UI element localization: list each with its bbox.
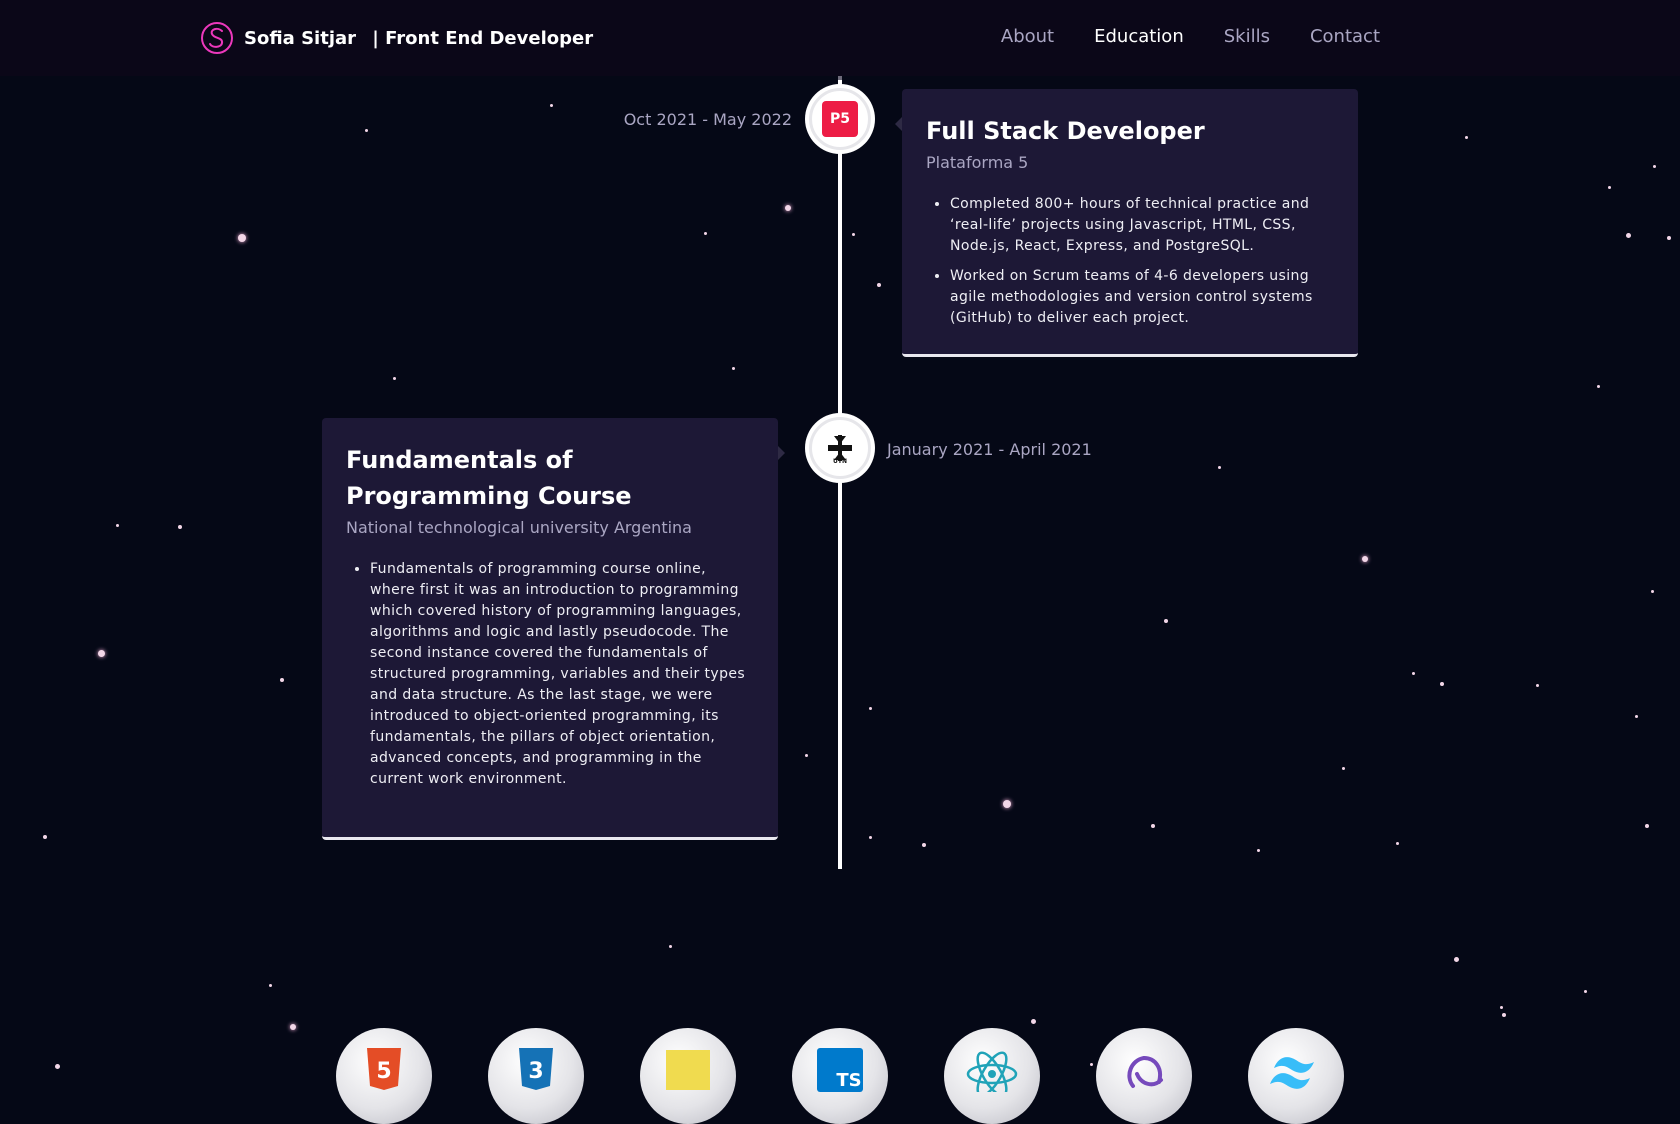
timeline-date: January 2021 - April 2021 [887,440,1092,459]
star [1667,236,1671,240]
star [43,835,47,839]
card-company: National technological university Argent… [346,518,692,537]
nav-link-skills[interactable]: Skills [1224,26,1270,47]
star [269,984,272,987]
star [1608,186,1611,189]
nav-link-education[interactable]: Education [1094,26,1184,47]
card-title: Fundamentals of Programming Course [346,446,632,510]
brand-logo-icon [201,22,233,54]
star [98,650,105,657]
star [1502,1013,1506,1017]
star [785,205,791,211]
skill-ball-typescript[interactable]: TS [792,1028,888,1124]
star [1645,824,1649,828]
star [290,1024,296,1030]
star [1651,590,1654,593]
skill-ball-html[interactable]: 5 [336,1028,432,1124]
card-point: Fundamentals of programming course onlin… [370,559,754,790]
star [704,232,707,235]
svg-text:3: 3 [528,1059,543,1084]
star [1257,849,1260,852]
skill-ball-tailwind[interactable] [1248,1028,1344,1124]
star [1412,672,1415,675]
card-arrow [778,446,785,460]
tailwind-icon [1270,1057,1314,1089]
star [1164,619,1168,623]
star [280,678,284,682]
star [550,104,553,107]
star [1584,990,1587,993]
star [1536,684,1539,687]
skill-ball-javascript[interactable] [640,1028,736,1124]
star [1635,715,1638,718]
brand-role: | Front End Developer [366,27,594,49]
star [922,843,926,847]
star [116,524,119,527]
timeline-node: UTN [809,417,871,479]
star [1151,824,1155,828]
redux-icon [1127,1056,1163,1088]
brand-name: Sofia Sitjar [244,27,357,49]
star [178,525,182,529]
utn-logo-text: UTN [833,458,847,465]
star [1653,165,1656,168]
typescript-icon: TS [817,1048,863,1092]
nav-link-about[interactable]: About [1001,26,1054,47]
svg-text:5: 5 [376,1059,391,1084]
card-point: Completed 800+ hours of technical practi… [950,194,1334,257]
star [805,754,808,757]
star [1454,957,1459,962]
html5-icon: 5 [367,1048,401,1090]
skill-ball-redux[interactable] [1096,1028,1192,1124]
css3-icon: 3 [519,1048,553,1090]
skill-ball-css[interactable]: 3 [488,1028,584,1124]
nav-link-contact[interactable]: Contact [1310,26,1380,47]
card-point: Worked on Scrum teams of 4-6 developers … [950,266,1334,329]
timeline-node: P5 [809,88,871,150]
brand[interactable]: Sofia Sitjar | Front End Developer [200,21,593,55]
star [55,1064,60,1069]
star [869,707,872,710]
star [1500,1006,1503,1009]
star [1396,842,1399,845]
card-title: Full Stack Developer [926,117,1205,145]
star [238,234,246,242]
card-points: Completed 800+ hours of technical practi… [926,194,1334,329]
plataforma5-logo-icon: P5 [822,101,858,137]
card-arrow [895,117,902,131]
star [1003,800,1011,808]
card-points: Fundamentals of programming course onlin… [346,559,754,790]
card-company: Plataforma 5 [926,153,1029,172]
star [365,129,368,132]
timeline-date: Oct 2021 - May 2022 [623,110,792,129]
star [1218,466,1221,469]
star [1362,556,1368,562]
star [669,945,672,948]
star [1031,1019,1036,1024]
star [877,283,881,287]
navbar: Sofia Sitjar | Front End Developer About… [0,0,1680,76]
nav-links: About Education Skills Contact [1001,26,1380,47]
star [1090,1063,1093,1066]
star [1342,767,1345,770]
svg-text:TS: TS [836,1070,861,1091]
javascript-icon [666,1050,710,1090]
star [393,377,396,380]
star [1440,682,1444,686]
star [732,367,735,370]
timeline-card: Fundamentals of Programming Course Natio… [322,418,785,840]
star [869,836,872,839]
star [1626,233,1631,238]
react-icon [966,1051,1018,1092]
timeline-card: Full Stack Developer Plataforma 5 Comple… [895,89,1358,357]
star [1597,385,1600,388]
star [852,233,855,236]
skill-ball-react[interactable] [944,1028,1040,1124]
star [1465,136,1468,139]
